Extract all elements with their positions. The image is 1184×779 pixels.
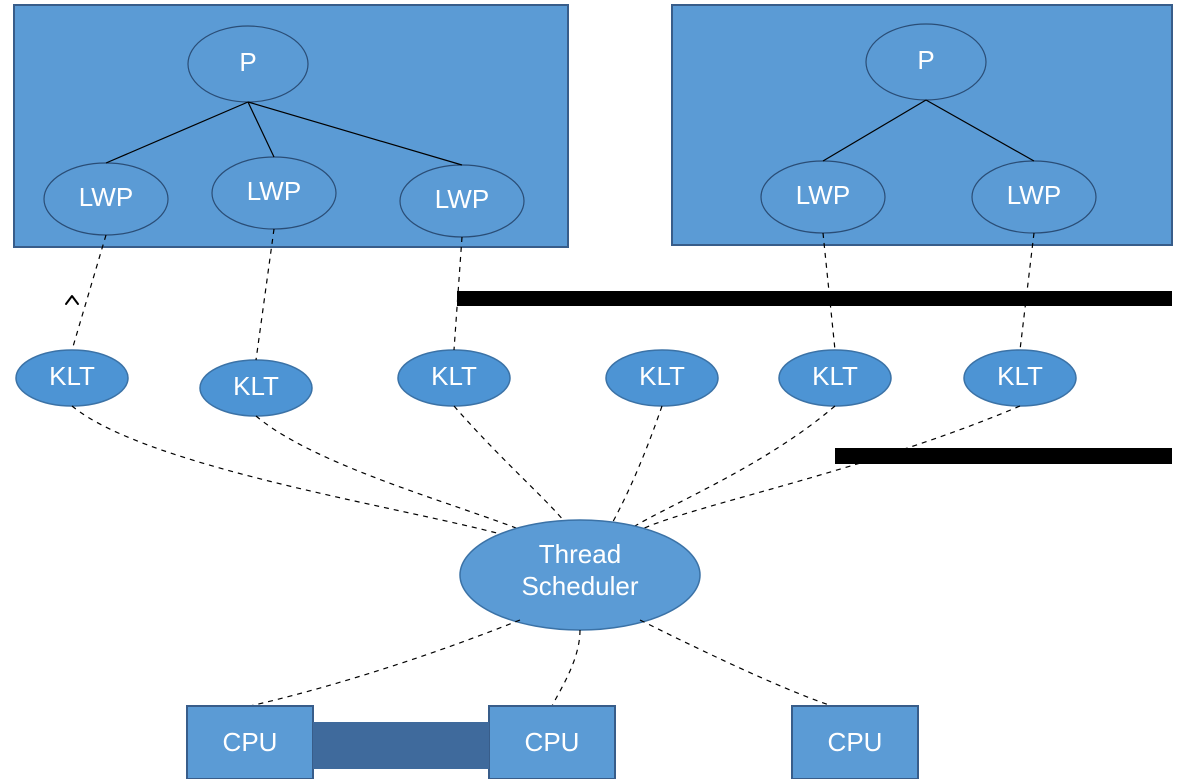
lwp-1-1-label: LWP (79, 182, 133, 212)
cpu-1-label: CPU (223, 727, 278, 757)
process-p-2-label: P (917, 45, 934, 75)
lwp-2-2-label: LWP (1007, 180, 1061, 210)
separator-bar-top (457, 291, 1172, 306)
thread-scheduler-label-2: Scheduler (521, 571, 638, 601)
klt-2-label: KLT (233, 371, 279, 401)
klt-1-label: KLT (49, 361, 95, 391)
klt-4-label: KLT (639, 361, 685, 391)
process-p-1-label: P (239, 47, 256, 77)
klt-5-label: KLT (812, 361, 858, 391)
klt-3-label: KLT (431, 361, 477, 391)
klt-6-label: KLT (997, 361, 1043, 391)
lwp-1-2-label: LWP (247, 176, 301, 206)
separator-bar-right (835, 448, 1172, 464)
cpu-2-label: CPU (525, 727, 580, 757)
cpu-strip (313, 722, 489, 769)
lwp-1-3-label: LWP (435, 184, 489, 214)
lwp-2-1-label: LWP (796, 180, 850, 210)
thread-scheduler-label-1: Thread (539, 539, 621, 569)
cpu-3-label: CPU (828, 727, 883, 757)
